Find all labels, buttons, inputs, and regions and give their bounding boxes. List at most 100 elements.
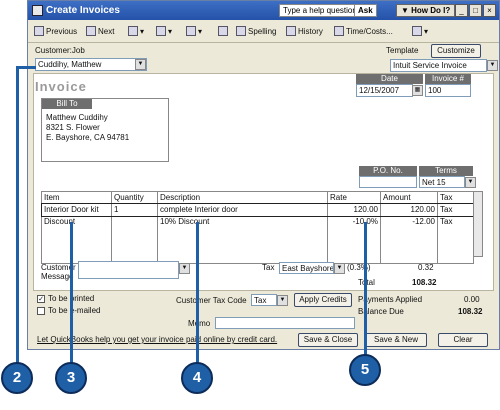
po-number-field[interactable] bbox=[359, 176, 417, 188]
invoice-number-field[interactable]: 100 bbox=[425, 84, 471, 97]
online-payment-link[interactable]: Let QuickBooks help you get your invoice… bbox=[37, 335, 277, 344]
callout-5-line bbox=[364, 222, 367, 357]
journal-icon bbox=[412, 26, 422, 36]
template-select[interactable]: Intuit Service Invoice bbox=[390, 59, 487, 72]
to-be-printed-checkbox[interactable]: ✓ bbox=[37, 295, 45, 303]
table-row[interactable] bbox=[41, 239, 474, 252]
customize-button[interactable]: Customize bbox=[431, 44, 481, 58]
payments-applied-label: Payments Applied bbox=[358, 295, 423, 304]
minimize-icon[interactable]: _ bbox=[455, 4, 468, 17]
how-do-i-button[interactable]: ▼ How Do I? bbox=[396, 4, 456, 17]
amount-cell[interactable]: -12.00 bbox=[380, 215, 438, 228]
chevron-down-icon[interactable]: ▼ bbox=[135, 59, 146, 70]
column-header-item[interactable]: Item bbox=[41, 191, 112, 204]
chevron-down-icon[interactable]: ▼ bbox=[487, 60, 498, 71]
total-value: 108.32 bbox=[412, 278, 437, 287]
clear-button[interactable]: Clear bbox=[438, 333, 488, 347]
quantity-cell[interactable] bbox=[111, 215, 158, 228]
previous-arrow-icon bbox=[34, 26, 44, 36]
chevron-down-icon[interactable]: ▼ bbox=[179, 263, 190, 274]
calendar-icon[interactable]: ▦ bbox=[412, 85, 423, 96]
journal-button[interactable]: ▾ bbox=[412, 25, 428, 39]
next-arrow-icon bbox=[86, 26, 96, 36]
print-button[interactable]: ▾ bbox=[128, 25, 144, 39]
save-new-button[interactable]: Save & New bbox=[365, 333, 427, 347]
customer-message-field[interactable] bbox=[78, 261, 179, 279]
find-icon bbox=[218, 26, 228, 36]
description-cell[interactable]: complete Interior door bbox=[157, 203, 328, 216]
invoice-number-header: Invoice # bbox=[425, 74, 471, 84]
table-row[interactable]: Discount 10% Discount -10.0% -12.00 Tax bbox=[41, 215, 474, 228]
amount-cell[interactable]: 120.00 bbox=[380, 203, 438, 216]
spelling-icon bbox=[236, 26, 246, 36]
callout-4-line bbox=[196, 222, 199, 367]
terms-header: Terms bbox=[419, 166, 473, 176]
history-button[interactable]: History bbox=[286, 25, 323, 39]
callout-2-line bbox=[16, 66, 19, 366]
time-costs-icon bbox=[334, 26, 344, 36]
terms-field[interactable]: Net 15 bbox=[419, 176, 465, 188]
customer-tax-code-select[interactable]: Tax bbox=[251, 294, 277, 306]
rate-cell[interactable]: 120.00 bbox=[327, 203, 381, 216]
print-icon bbox=[128, 26, 138, 36]
item-cell[interactable]: Interior Door kit bbox=[41, 203, 112, 216]
send-icon bbox=[156, 26, 166, 36]
po-number-header: P.O. No. bbox=[359, 166, 417, 176]
column-header-description[interactable]: Description bbox=[157, 191, 328, 204]
date-field[interactable]: 12/15/2007 bbox=[356, 84, 413, 97]
save-close-button[interactable]: Save & Close bbox=[298, 333, 358, 347]
bill-to-header: Bill To bbox=[42, 99, 92, 109]
apply-credits-button[interactable]: Apply Credits bbox=[294, 293, 352, 307]
quantity-cell[interactable]: 1 bbox=[111, 203, 158, 216]
send-button[interactable]: ▾ bbox=[156, 25, 172, 39]
invoice-form-title: Invoice bbox=[35, 79, 87, 94]
table-row[interactable]: Interior Door kit 1 complete Interior do… bbox=[40, 202, 475, 217]
chevron-down-icon[interactable]: ▼ bbox=[465, 177, 476, 188]
next-button[interactable]: Next bbox=[86, 25, 114, 39]
customer-job-field[interactable]: Cuddihy, Matthew bbox=[35, 58, 147, 71]
ask-button[interactable]: Ask bbox=[354, 4, 377, 17]
chevron-down-icon[interactable]: ▼ bbox=[277, 295, 288, 306]
column-header-tax[interactable]: Tax bbox=[437, 191, 474, 204]
items-scrollbar[interactable] bbox=[473, 191, 483, 257]
callout-2-line bbox=[16, 66, 36, 69]
ship-button[interactable]: ▾ bbox=[186, 25, 202, 39]
date-header: Date bbox=[356, 74, 423, 84]
bill-to-box[interactable]: Bill To Matthew Cuddihy 8321 S. Flower E… bbox=[41, 98, 169, 162]
tax-label: Tax bbox=[262, 263, 275, 272]
customer-tax-code-label: Customer Tax Code bbox=[176, 296, 247, 305]
chevron-down-icon[interactable]: ▼ bbox=[334, 263, 345, 274]
time-costs-button[interactable]: Time/Costs... bbox=[334, 25, 393, 39]
maximize-icon[interactable]: □ bbox=[469, 4, 482, 17]
template-label: Template bbox=[386, 46, 419, 55]
column-header-amount[interactable]: Amount bbox=[380, 191, 438, 204]
to-be-emailed-checkbox[interactable] bbox=[37, 307, 45, 315]
callout-3: 3 bbox=[55, 362, 87, 394]
description-cell[interactable]: 10% Discount bbox=[157, 215, 328, 228]
tax-cell[interactable]: Tax bbox=[437, 203, 474, 216]
invoice-window-icon bbox=[32, 5, 43, 16]
ship-icon bbox=[186, 26, 196, 36]
tax-cell[interactable]: Tax bbox=[437, 215, 474, 228]
column-header-rate[interactable]: Rate bbox=[327, 191, 381, 204]
memo-label: Memo bbox=[188, 319, 211, 328]
help-question-input[interactable]: Type a help question bbox=[279, 4, 361, 17]
spelling-button[interactable]: Spelling bbox=[236, 25, 276, 39]
callout-5: 5 bbox=[349, 354, 381, 386]
callout-4: 4 bbox=[181, 362, 213, 394]
close-icon[interactable]: × bbox=[483, 4, 496, 17]
table-row[interactable] bbox=[41, 227, 474, 240]
bill-to-address: Matthew Cuddihy 8321 S. Flower E. Baysho… bbox=[46, 113, 130, 142]
find-button[interactable] bbox=[218, 25, 230, 39]
memo-field[interactable] bbox=[215, 317, 355, 329]
history-icon bbox=[286, 26, 296, 36]
tax-amount: 0.32 bbox=[418, 263, 434, 272]
previous-button[interactable]: Previous bbox=[34, 25, 77, 39]
item-cell[interactable]: Discount bbox=[41, 215, 112, 228]
tax-rate: (0.3%) bbox=[347, 263, 371, 272]
customer-job-label: Customer:Job bbox=[35, 46, 85, 55]
rate-cell[interactable]: -10.0% bbox=[327, 215, 381, 228]
tax-item-select[interactable]: East Bayshore bbox=[279, 262, 334, 274]
column-header-quantity[interactable]: Quantity bbox=[111, 191, 158, 204]
callout-3-line bbox=[70, 222, 73, 367]
